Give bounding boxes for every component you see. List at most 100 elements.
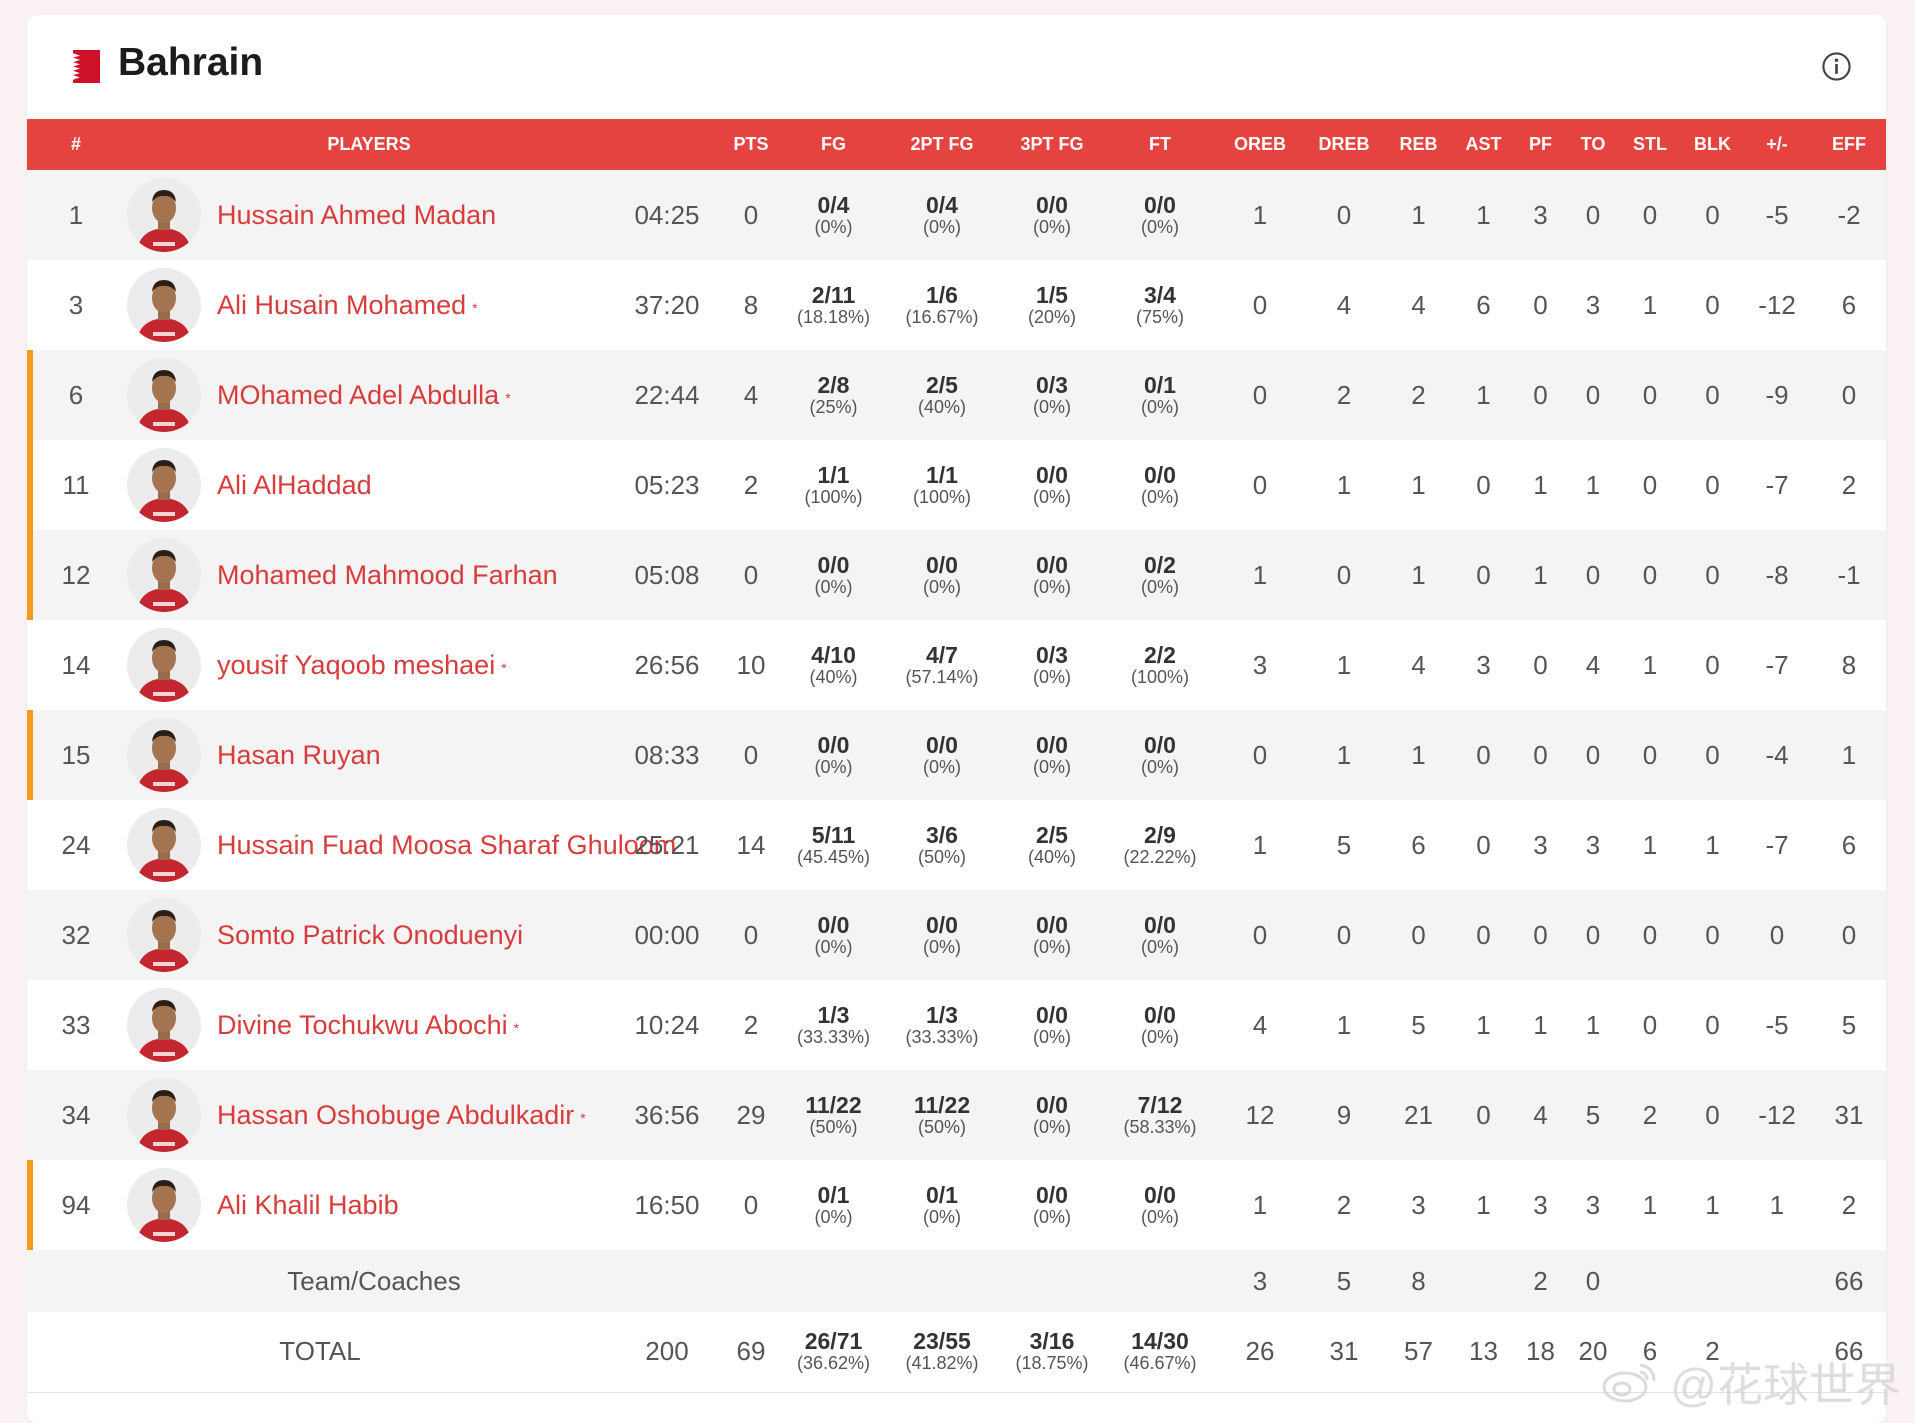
player-name-link[interactable]: Divine Tochukwu Abochi * [217,1008,519,1042]
player-row: 34 Hassan Oshobuge Abdulkadir * 36:56 29 11/2… [27,1070,1886,1160]
player-number: 6 [27,350,125,440]
player-eff: 2 [1841,1189,1857,1220]
player-oreb: 3 [1252,649,1268,680]
player-reb: 1 [1411,469,1426,500]
player-name-link[interactable]: Hasan Ruyan [217,738,387,772]
player-stl: 1 [1642,1189,1658,1220]
player-2pt-fg: 1/3 (33.33%) [886,980,998,1070]
player-3pt-fg-made: 0/0 [1036,1001,1068,1028]
player-row: 3 Ali Husain Mohamed * 37:20 8 2/11 (18.18%) 1/… [27,260,1886,350]
player-avatar [127,628,201,702]
player-fg-made: 0/4 [817,191,850,218]
total-ast: 13 [1469,1336,1498,1367]
player-pts: 0 [743,199,759,230]
player-name-link[interactable]: Ali Khalil Habib [217,1188,405,1222]
player-fg-pct: (0%) [814,1206,853,1227]
player-fg-pct: (25%) [809,396,858,417]
player-name-link[interactable]: MOhamed Adel Abdulla * [217,378,511,412]
player-3pt-fg: 0/0 (0%) [998,980,1106,1070]
player-name-link[interactable]: Ali AlHaddad [217,468,378,502]
player-stl: 1 [1642,829,1658,860]
player-name-link[interactable]: yousif Yaqoob meshaei * [217,648,507,682]
player-fg: 0/0 (0%) [781,530,886,620]
player-fg: 0/1 (0%) [781,1160,886,1250]
player-name-link[interactable]: Somto Patrick Onoduenyi [217,918,529,952]
player-stl: 0 [1642,379,1658,410]
player-name-link[interactable]: Ali Husain Mohamed * [217,288,478,322]
player-2pt-fg-made: 3/6 [926,821,958,848]
player-pm: -12 [1758,1099,1796,1130]
player-stl: 0 [1642,919,1658,950]
player-dreb: 4 [1336,289,1352,320]
player-minutes: 16:50 [634,1189,700,1220]
player-dreb: 5 [1336,829,1352,860]
player-2pt-fg-pct: (0%) [922,216,961,237]
info-icon[interactable] [1821,51,1852,82]
player-to: 3 [1585,1189,1601,1220]
player-name[interactable]: Ali AlHaddad [217,470,372,500]
player-name[interactable]: Hassan Oshobuge Abdulkadir [217,1100,574,1130]
team-pf: 2 [1533,1265,1548,1296]
player-ft-pct: (0%) [1140,1206,1179,1227]
player-2pt-fg-made: 0/4 [926,191,958,218]
player-2pt-fg: 0/0 (0%) [886,890,998,980]
player-name[interactable]: Hussain Ahmed Madan [217,200,496,230]
player-pts: 2 [743,1009,759,1040]
player-reb: 4 [1411,649,1426,680]
player-name[interactable]: Mohamed Mahmood Farhan [217,560,558,590]
player-name[interactable]: yousif Yaqoob meshaei [217,650,495,680]
player-eff: 8 [1841,649,1857,680]
player-fg: 0/4 (0%) [781,170,886,260]
player-dreb: 0 [1336,199,1352,230]
player-row: 14 yousif Yaqoob meshaei * 26:56 10 4/10 (40%)… [27,620,1886,710]
team-coaches-row: Team/Coaches 3 5 8 2 0 66 [27,1250,1886,1312]
player-name-link[interactable]: Hussain Ahmed Madan [217,198,502,232]
player-name[interactable]: Ali Husain Mohamed [217,290,466,320]
player-2pt-fg-pct: (0%) [922,576,961,597]
player-2pt-fg-made: 0/0 [926,731,958,758]
player-pm: -8 [1765,559,1789,590]
player-3pt-fg-made: 0/0 [1036,191,1068,218]
team-oreb: 3 [1252,1265,1268,1296]
player-ast: 1 [1476,199,1491,230]
col-header-11: AST [1465,134,1502,154]
player-pts: 0 [743,919,759,950]
player-3pt-fg: 0/3 (0%) [998,620,1106,710]
player-ft-made: 2/2 [1144,641,1176,668]
player-name-link[interactable]: Hussain Fuad Moosa Sharaf Ghuloom [217,828,682,862]
player-fg: 0/0 (0%) [781,890,886,980]
player-minutes: 37:20 [634,289,700,320]
total-fg3: 3/16 (18.75%) [1015,1328,1089,1374]
player-dreb: 1 [1336,739,1352,770]
player-pf: 0 [1533,739,1548,770]
player-fg-pct: (100%) [804,486,863,507]
player-3pt-fg-pct: (0%) [1032,1026,1071,1047]
player-2pt-fg-made: 1/3 [926,1001,958,1028]
player-name[interactable]: Somto Patrick Onoduenyi [217,920,523,950]
player-to: 3 [1585,829,1601,860]
player-eff: 0 [1841,919,1857,950]
player-name[interactable]: Ali Khalil Habib [217,1190,399,1220]
player-name-link[interactable]: Hassan Oshobuge Abdulkadir * [217,1098,586,1132]
player-name[interactable]: MOhamed Adel Abdulla [217,380,499,410]
player-to: 1 [1585,469,1601,500]
player-cell: MOhamed Adel Abdulla * [125,350,613,440]
player-pm: -7 [1765,469,1789,500]
weibo-logo-icon [1602,1363,1656,1403]
player-ft-made: 0/0 [1144,461,1176,488]
player-name[interactable]: Hasan Ruyan [217,740,381,770]
player-2pt-fg-made: 1/1 [926,461,958,488]
player-name-link[interactable]: Mohamed Mahmood Farhan [217,558,564,592]
player-name[interactable]: Hussain Fuad Moosa Sharaf Ghuloom [217,830,676,860]
col-header-7: FT [1149,134,1171,154]
player-eff: 1 [1841,739,1857,770]
player-ft-pct: (0%) [1140,216,1179,237]
player-stl: 2 [1642,1099,1658,1130]
player-fg: 5/11 (45.45%) [781,800,886,890]
player-cell: Ali Husain Mohamed * [125,260,613,350]
player-fg-pct: (0%) [814,216,853,237]
player-2pt-fg-pct: (33.33%) [905,1026,979,1047]
player-pts: 4 [743,379,759,410]
col-header-1: PLAYERS [327,134,411,154]
player-name[interactable]: Divine Tochukwu Abochi [217,1010,508,1040]
